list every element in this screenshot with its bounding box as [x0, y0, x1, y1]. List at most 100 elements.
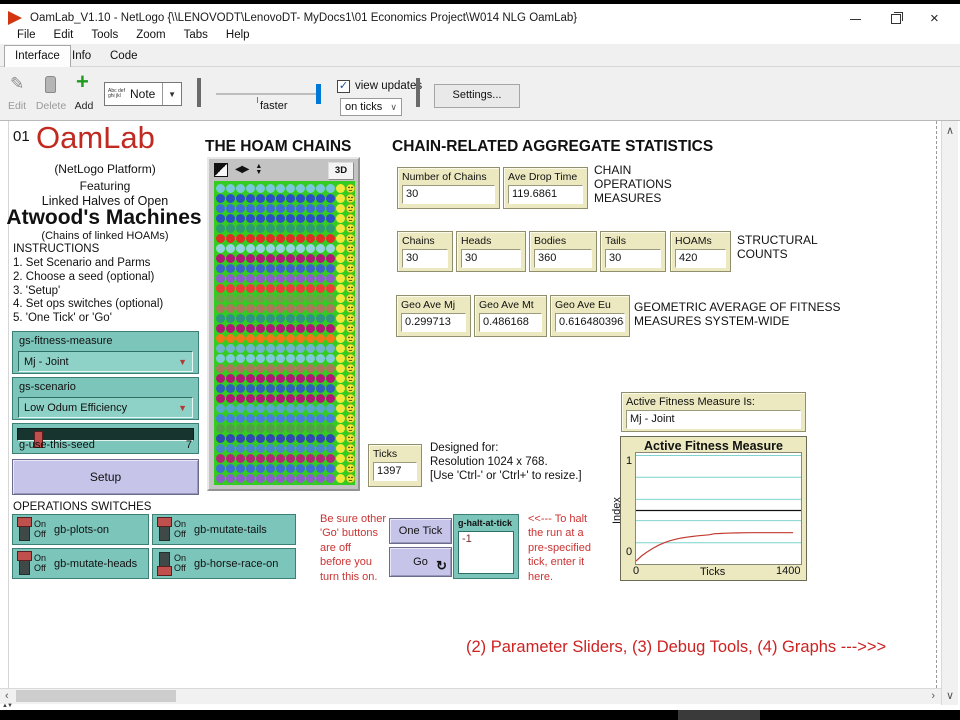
input-label: g-halt-at-tick	[458, 518, 518, 528]
monitor-label: Tails	[605, 235, 661, 247]
monitor-value: 0.299713	[401, 313, 466, 332]
netlogo-window: OamLab_V1.10 - NetLogo {\\LENOVODT\Lenov…	[0, 0, 960, 720]
smiley-face-icon	[346, 344, 355, 353]
monitor-value: 0.486168	[479, 313, 542, 332]
edit-pencil-icon[interactable]: ✎	[10, 74, 24, 94]
delete-button[interactable]: Delete	[33, 100, 69, 112]
switch-label: gb-horse-race-on	[194, 558, 278, 570]
toggle-knob[interactable]	[17, 551, 32, 561]
switch-gb-plots-on[interactable]: OnOff gb-plots-on	[12, 514, 149, 545]
menu-edit[interactable]: Edit	[45, 29, 83, 41]
stats-title: CHAIN-RELATED AGGREGATE STATISTICS	[392, 138, 713, 156]
monitor-value: 30	[402, 249, 448, 268]
g-use-this-seed-slider: g-use-this-seed 7	[12, 423, 199, 454]
switch-label: gb-mutate-tails	[194, 524, 267, 536]
monitor-label: Number of Chains	[402, 171, 495, 183]
speed-slider-track[interactable]	[216, 93, 320, 95]
toggle-track[interactable]	[159, 552, 170, 575]
plot-area	[635, 452, 802, 565]
atwoods-machines-title: Atwood's Machines	[6, 206, 202, 230]
app-title: OamLab	[36, 120, 155, 156]
platform-subtitle: (NetLogo Platform)	[12, 162, 198, 176]
menu-zoom[interactable]: Zoom	[127, 29, 174, 41]
instructions-title: INSTRUCTIONS	[13, 243, 99, 255]
add-plus-icon[interactable]: +	[76, 73, 89, 91]
delete-eraser-icon[interactable]	[45, 76, 56, 93]
monitor-bodies: Bodies 360	[529, 231, 597, 272]
3d-button[interactable]: 3D	[328, 162, 354, 180]
smiley-face-icon	[346, 334, 355, 343]
menu-file[interactable]: File	[8, 29, 45, 41]
splitter-arrows-icon[interactable]: ▲▼	[2, 703, 12, 709]
toggle-track[interactable]	[19, 518, 30, 541]
scroll-down-icon[interactable]: ∨	[946, 689, 954, 702]
off-label: Off	[174, 530, 186, 540]
add-button[interactable]: Add	[70, 100, 98, 112]
one-tick-button[interactable]: One Tick	[389, 518, 452, 544]
settings-button[interactable]: Settings...	[434, 84, 520, 108]
speed-slider-thumb[interactable]	[316, 84, 321, 104]
monitor-value: 0.61648039680	[555, 313, 625, 332]
switch-gb-mutate-tails[interactable]: OnOff gb-mutate-tails	[152, 514, 296, 545]
tab-interface[interactable]: Interface	[4, 45, 71, 69]
x-tick-0: 0	[633, 565, 639, 577]
menu-tabs[interactable]: Tabs	[175, 29, 217, 41]
menu-bar: File Edit Tools Zoom Tabs Help	[0, 25, 960, 44]
scroll-up-icon[interactable]: ∧	[946, 124, 954, 137]
vertical-scrollbar[interactable]: ∧ ∨	[941, 121, 958, 705]
monitor-active-fitness-measure: Active Fitness Measure Is: Mj - Joint	[621, 392, 806, 432]
smiley-face-icon	[346, 434, 355, 443]
tab-info[interactable]: Info	[62, 46, 101, 66]
up-down-arrows-icon[interactable]: ▲▼	[255, 164, 262, 176]
smiley-face-icon	[346, 274, 355, 283]
monitor-tails: Tails 30	[600, 231, 666, 272]
corner-split-icon[interactable]	[214, 163, 228, 177]
toggle-knob[interactable]	[157, 566, 172, 576]
smiley-face-icon	[346, 474, 355, 483]
smiley-face-icon	[346, 184, 355, 193]
restore-icon[interactable]	[891, 14, 901, 24]
switch-label: gb-plots-on	[54, 524, 109, 536]
note-select-value: Note	[130, 87, 162, 101]
geo-ave-caption: GEOMETRIC AVERAGE OF FITNESS MEASURES SY…	[634, 300, 840, 328]
update-mode-select[interactable]: on ticks ∨	[340, 98, 402, 116]
input-value[interactable]: -1	[458, 531, 514, 574]
switch-gb-horse-race-on[interactable]: OnOff gb-horse-race-on	[152, 548, 296, 579]
smiley-face-icon	[346, 404, 355, 413]
tab-code[interactable]: Code	[100, 46, 148, 66]
app-number: 01	[13, 128, 30, 145]
left-right-arrows-icon[interactable]: ◀▶	[235, 163, 248, 177]
slider-value: 7	[186, 439, 192, 451]
repeat-icon: ↻	[436, 558, 447, 574]
edit-button[interactable]: Edit	[2, 100, 32, 112]
scroll-left-icon[interactable]: ‹	[5, 690, 9, 702]
chooser-value: Mj - Joint	[24, 356, 69, 368]
monitor-chains: Chains 30	[397, 231, 453, 272]
world-view-frame: ◀▶ ▲▼ 3D	[207, 157, 360, 491]
chooser-label: gs-fitness-measure	[19, 335, 198, 347]
toggle-track[interactable]	[19, 552, 30, 575]
setup-button[interactable]: Setup	[12, 459, 199, 495]
gs-scenario-chooser: gs-scenario Low Odum Efficiency ▼	[12, 377, 199, 420]
gs-fitness-measure-select[interactable]: Mj - Joint ▼	[18, 351, 193, 372]
toggle-track[interactable]	[159, 518, 170, 541]
bottom-black-bar	[0, 710, 960, 720]
minimize-icon[interactable]	[850, 19, 861, 20]
toggle-knob[interactable]	[157, 517, 172, 527]
monitor-value: 360	[534, 249, 592, 268]
go-button[interactable]: Go ↻	[389, 547, 452, 577]
horizontal-scrollbar-thumb[interactable]	[16, 690, 176, 702]
gs-scenario-select[interactable]: Low Odum Efficiency ▼	[18, 397, 193, 418]
smiley-face-icon	[346, 444, 355, 453]
widget-type-select[interactable]: Abc def ghi jkl Note ▼	[104, 82, 182, 106]
menu-tools[interactable]: Tools	[82, 29, 127, 41]
monitor-value: 420	[675, 249, 726, 268]
menu-help[interactable]: Help	[217, 29, 259, 41]
smiley-face-icon	[346, 264, 355, 273]
world-canvas[interactable]	[214, 181, 355, 485]
g-halt-at-tick-input[interactable]: g-halt-at-tick -1	[453, 514, 519, 579]
toggle-knob[interactable]	[17, 517, 32, 527]
switch-gb-mutate-heads[interactable]: OnOff gb-mutate-heads	[12, 548, 149, 579]
view-updates-checkbox[interactable]: ✓	[337, 80, 350, 93]
scroll-right-icon[interactable]: ›	[931, 690, 935, 702]
